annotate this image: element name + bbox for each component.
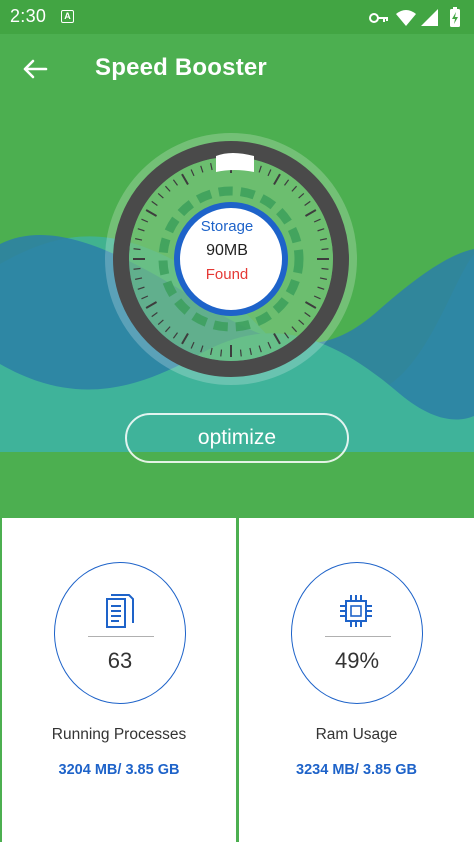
ram-circle: 49% bbox=[291, 562, 423, 704]
divider bbox=[88, 636, 154, 637]
back-button[interactable] bbox=[18, 53, 54, 85]
stats-cards: 63 Running Processes 3204 MB/ 3.85 GB 49… bbox=[0, 518, 474, 842]
status-icons bbox=[369, 7, 460, 27]
gauge-tick bbox=[321, 248, 329, 251]
ram-memory: 3234 MB/ 3.85 GB bbox=[296, 762, 417, 778]
processes-count: 63 bbox=[107, 648, 133, 673]
gauge-label: Storage bbox=[200, 218, 254, 235]
optimize-button[interactable]: optimize bbox=[125, 413, 349, 463]
key-icon bbox=[369, 13, 388, 23]
status-time: 2:30 bbox=[10, 6, 47, 26]
gauge-tick bbox=[220, 349, 223, 357]
gauge-readout: Storage 90MB Found bbox=[172, 200, 282, 283]
gauge-status: Found bbox=[205, 266, 249, 283]
signal-icon bbox=[421, 9, 438, 26]
gauge-tick bbox=[133, 248, 141, 251]
wifi-icon bbox=[396, 10, 416, 26]
processes-label: Running Processes bbox=[51, 726, 187, 743]
document-icon bbox=[106, 594, 134, 628]
gauge-value: 90MB bbox=[206, 242, 248, 259]
gauge-tick bbox=[239, 349, 242, 357]
processes-card[interactable]: 63 Running Processes 3204 MB/ 3.85 GB bbox=[2, 518, 236, 842]
ram-card[interactable]: 49% Ram Usage 3234 MB/ 3.85 GB bbox=[239, 518, 474, 842]
battery-charging-icon bbox=[450, 7, 460, 27]
page-title: Speed Booster bbox=[95, 54, 267, 81]
ram-label: Ram Usage bbox=[315, 726, 398, 743]
ram-percent: 49% bbox=[334, 648, 380, 673]
status-bar: 2:30 A bbox=[0, 0, 474, 34]
processes-circle: 63 bbox=[54, 562, 186, 704]
arrow-back-icon bbox=[23, 59, 48, 79]
cpu-chip-icon bbox=[340, 595, 372, 627]
gauge-tick bbox=[321, 267, 329, 270]
divider bbox=[325, 636, 391, 637]
booster-hero: Storage 90MB Found optimize bbox=[0, 104, 474, 518]
app-bar: Speed Booster bbox=[0, 34, 474, 104]
gauge-tick bbox=[133, 267, 141, 270]
gauge-needle-marker bbox=[216, 153, 254, 172]
notification-icon: A bbox=[61, 10, 74, 23]
processes-memory: 3204 MB/ 3.85 GB bbox=[58, 762, 180, 778]
